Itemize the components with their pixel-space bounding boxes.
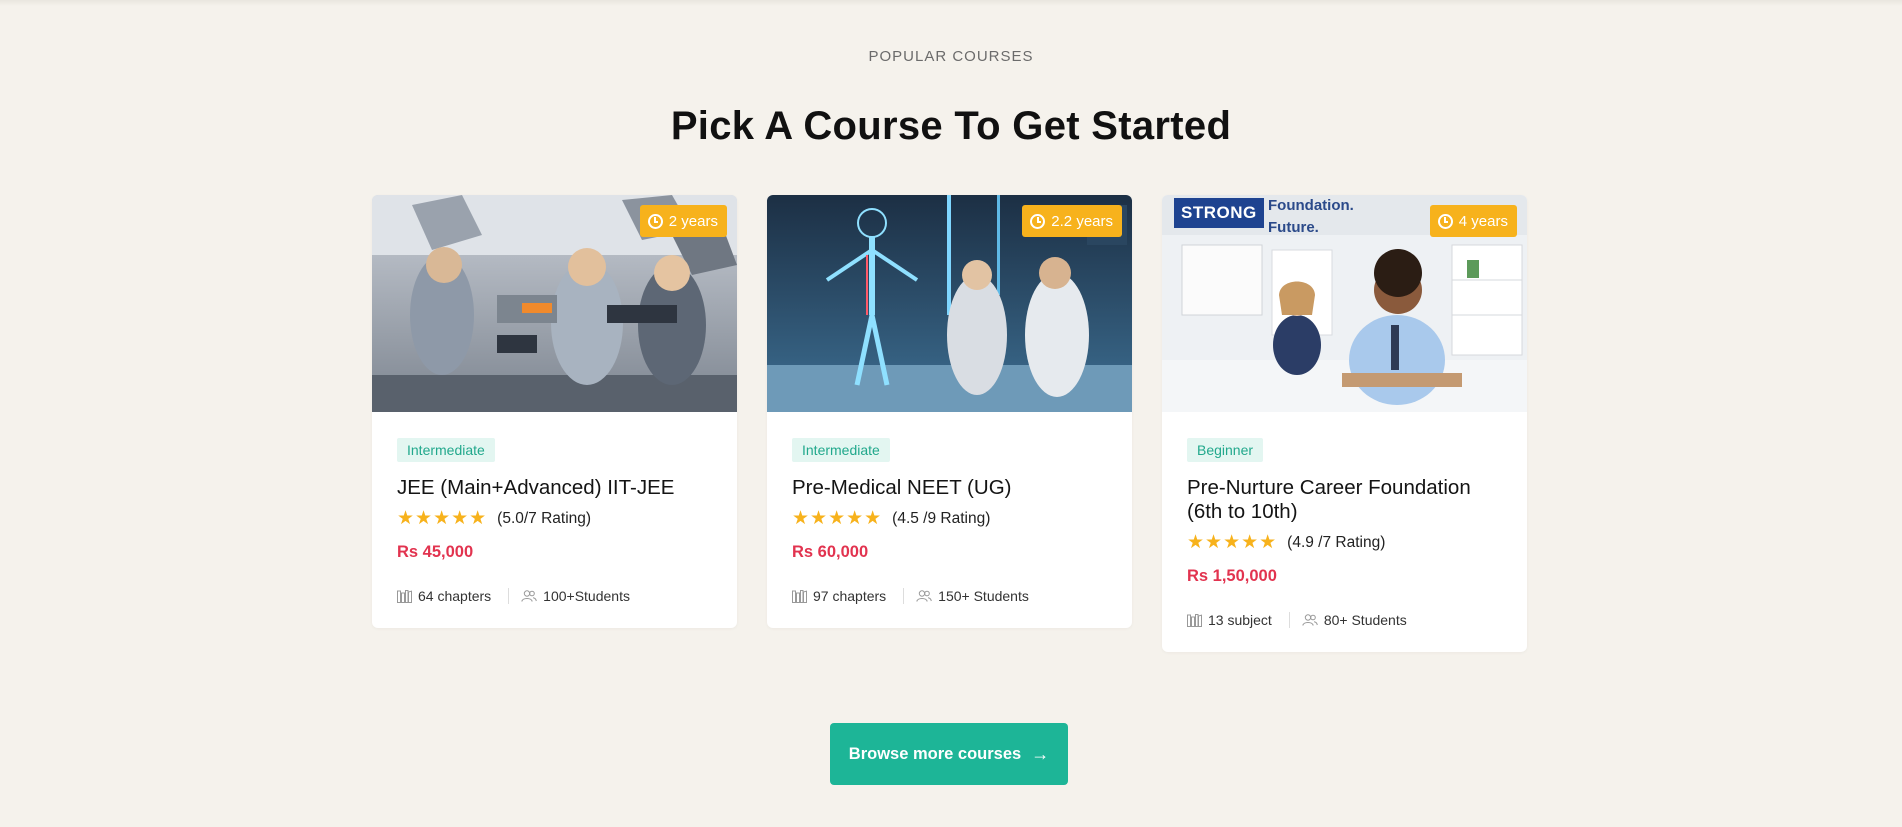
- star-rating-icon: ★★★★★: [397, 508, 488, 529]
- students-text: 80+ Students: [1323, 612, 1407, 628]
- course-card-body: Beginner Pre-Nurture Career Foundation (…: [1162, 412, 1527, 652]
- chapters-text: 64 chapters: [418, 588, 492, 604]
- rating-row: ★★★★★ (4.5 /9 Rating): [792, 509, 1107, 529]
- rating-text: (4.5 /9 Rating): [892, 510, 991, 527]
- subjects-meta: 13 subject: [1187, 612, 1272, 628]
- meta-divider: [508, 588, 510, 604]
- course-card-body: Intermediate JEE (Main+Advanced) IIT-JEE…: [372, 412, 737, 628]
- course-card-body: Intermediate Pre-Medical NEET (UG) ★★★★★…: [767, 412, 1132, 628]
- browse-more-courses-button[interactable]: Browse more courses →: [830, 723, 1068, 785]
- duration-badge: 2.2 years: [1022, 205, 1122, 237]
- image-slogan-line-2: Future.: [1268, 219, 1319, 236]
- course-title[interactable]: Pre-Nurture Career Foundation (6th to 10…: [1187, 476, 1502, 524]
- chapters-meta: 97 chapters: [792, 588, 886, 604]
- section-eyebrow: POPULAR COURSES: [868, 48, 1034, 65]
- course-card-jee[interactable]: 2 years Intermediate JEE (Main+Advanced)…: [372, 195, 737, 628]
- course-image-foundation[interactable]: STRONG Foundation. Future. 4 years: [1162, 195, 1527, 412]
- duration-text: 2.2 years: [1051, 212, 1113, 230]
- rating-row: ★★★★★ (5.0/7 Rating): [397, 509, 712, 529]
- level-badge: Intermediate: [397, 438, 495, 462]
- course-price: Rs 1,50,000: [1187, 567, 1277, 585]
- image-slogan: Foundation. Future.: [1268, 195, 1354, 239]
- course-title[interactable]: Pre-Medical NEET (UG): [792, 476, 1107, 500]
- duration-badge: 2 years: [639, 205, 727, 237]
- section-heading: Pick A Course To Get Started: [670, 104, 1232, 148]
- course-card-neet[interactable]: 2.2 years Intermediate Pre-Medical NEET …: [767, 195, 1132, 628]
- browse-button-label: Browse more courses: [848, 744, 1022, 763]
- course-image-jee[interactable]: 2 years: [372, 195, 737, 412]
- users-icon: [916, 590, 932, 602]
- books-icon: [1187, 613, 1202, 627]
- students-meta: 150+ Students: [916, 588, 1029, 604]
- students-text: 100+Students: [543, 588, 630, 604]
- duration-text: 4 years: [1458, 212, 1508, 230]
- star-rating-icon: ★★★★★: [792, 508, 883, 529]
- students-text: 150+ Students: [938, 588, 1029, 604]
- level-badge: Beginner: [1187, 438, 1264, 462]
- chapters-meta: 64 chapters: [397, 588, 491, 604]
- rating-text: (4.9 /7 Rating): [1287, 534, 1386, 551]
- duration-text: 2 years: [668, 212, 718, 230]
- image-slogan-line-1: Foundation.: [1268, 197, 1354, 214]
- students-meta: 100+Students: [521, 588, 630, 604]
- course-title[interactable]: JEE (Main+Advanced) IIT-JEE: [397, 476, 712, 500]
- clock-icon: [1030, 213, 1046, 229]
- level-badge: Intermediate: [792, 438, 890, 462]
- course-card-foundation[interactable]: STRONG Foundation. Future. 4 years Begin…: [1162, 195, 1527, 652]
- books-icon: [792, 589, 807, 603]
- course-meta: 97 chapters 150+ Students: [792, 588, 1107, 604]
- star-rating-icon: ★★★★★: [1187, 532, 1278, 553]
- course-meta: 64 chapters 100+Students: [397, 588, 712, 604]
- image-strong-label: STRONG: [1174, 198, 1264, 228]
- users-icon: [521, 590, 537, 602]
- course-price: Rs 60,000: [792, 543, 869, 561]
- students-meta: 80+ Students: [1302, 612, 1407, 628]
- rating-text: (5.0/7 Rating): [497, 510, 592, 527]
- arrow-right-icon: →: [1031, 744, 1050, 764]
- books-icon: [397, 589, 412, 603]
- course-image-neet[interactable]: 2.2 years: [767, 195, 1132, 412]
- subjects-text: 13 subject: [1208, 612, 1272, 628]
- rating-row: ★★★★★ (4.9 /7 Rating): [1187, 533, 1502, 553]
- course-meta: 13 subject 80+ Students: [1187, 612, 1502, 628]
- users-icon: [1302, 614, 1318, 626]
- clock-icon: [647, 213, 663, 229]
- meta-divider: [1288, 612, 1290, 628]
- meta-divider: [903, 588, 905, 604]
- clock-icon: [1437, 213, 1453, 229]
- header-shadow: [0, 0, 1902, 6]
- course-price: Rs 45,000: [397, 543, 474, 561]
- duration-badge: 4 years: [1429, 205, 1517, 237]
- chapters-text: 97 chapters: [813, 588, 887, 604]
